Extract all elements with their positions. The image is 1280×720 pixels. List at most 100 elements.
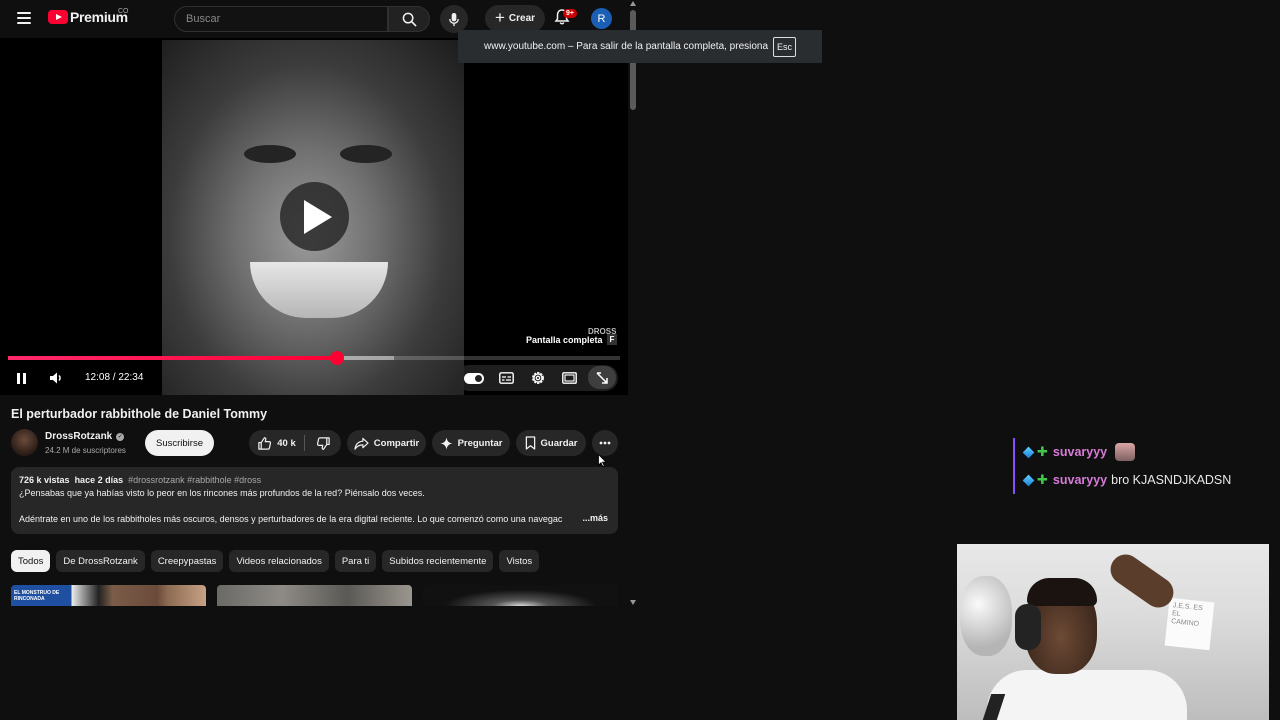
- green-badge-icon: ✚: [1037, 444, 1048, 459]
- ask-button[interactable]: Preguntar: [432, 430, 510, 456]
- description-meta-row: 726 k vistas hace 2 días #drossrotzank #…: [19, 474, 610, 487]
- channel-name[interactable]: DrossRotzank: [45, 431, 112, 442]
- time-display: 12:08 / 22:34: [85, 372, 144, 383]
- webcam-arm: [1104, 548, 1180, 614]
- search-placeholder: Buscar: [186, 13, 221, 25]
- account-avatar[interactable]: R: [591, 8, 612, 29]
- chip-para-ti[interactable]: Para ti: [334, 550, 377, 572]
- filter-chips: Todos De DrossRotzank Creepypastas Video…: [11, 550, 540, 572]
- webcam-shirt: [987, 670, 1187, 720]
- webcam-hair: [1027, 578, 1097, 606]
- thumbs-up-icon: [258, 436, 272, 450]
- like-count: 40 k: [277, 437, 296, 449]
- mouse-cursor-icon: [598, 454, 607, 467]
- video-player[interactable]: DROSS Pantalla completa F 12:08 / 22:34: [0, 38, 628, 395]
- settings-button[interactable]: [529, 369, 547, 387]
- description-line-1: ¿Pensabas que ya habías visto lo peor en…: [19, 488, 425, 498]
- chip-todos[interactable]: Todos: [11, 550, 51, 572]
- more-actions-button[interactable]: [592, 430, 618, 456]
- fullscreen-notice-key: Esc: [773, 36, 797, 57]
- menu-icon[interactable]: [17, 12, 31, 24]
- exit-fullscreen-icon: [596, 371, 608, 384]
- upload-date: hace 2 días: [74, 475, 124, 485]
- video-face-eye-left: [244, 145, 296, 163]
- show-more-link[interactable]: ...más: [579, 512, 608, 525]
- scroll-up-arrow-icon[interactable]: [630, 1, 636, 6]
- subtitles-button[interactable]: [498, 370, 514, 386]
- notifications-badge: 9+: [563, 9, 577, 18]
- fullscreen-tooltip-key: F: [606, 334, 618, 345]
- webcam-headphones: [1015, 604, 1041, 650]
- channel-avatar[interactable]: [11, 429, 38, 456]
- create-label: Crear: [508, 13, 536, 24]
- theater-mode-button[interactable]: [561, 370, 577, 386]
- search-input[interactable]: Buscar: [174, 6, 388, 32]
- chat-message: ✚ suvaryyy: [1013, 438, 1136, 466]
- microphone-icon: [449, 12, 459, 26]
- subtitles-icon: [498, 372, 514, 384]
- youtube-premium-logo[interactable]: Premium CO: [48, 8, 129, 25]
- large-play-button[interactable]: [280, 182, 349, 251]
- cube-badge-icon: [1022, 446, 1035, 458]
- exit-fullscreen-button[interactable]: [588, 366, 616, 389]
- hashtags[interactable]: #drossrotzank #rabbithole #dross: [128, 475, 261, 485]
- pause-button[interactable]: [12, 369, 30, 387]
- webcam-balloon: [960, 576, 1012, 656]
- progress-scrubber[interactable]: [329, 351, 344, 365]
- chip-creepypastas[interactable]: Creepypastas: [150, 550, 224, 572]
- subscribe-button[interactable]: Suscribirse: [145, 430, 214, 456]
- dislike-button[interactable]: [305, 430, 341, 456]
- save-label: Guardar: [540, 437, 578, 449]
- like-button[interactable]: 40 k: [249, 430, 304, 456]
- progress-played: [8, 356, 337, 360]
- cube-badge-icon: [1022, 474, 1035, 486]
- pause-icon-bar-right: [22, 372, 26, 384]
- view-count: 726 k vistas: [19, 475, 70, 485]
- save-button[interactable]: Guardar: [516, 430, 586, 456]
- logo-country-code: CO: [118, 8, 129, 15]
- fullscreen-notice-text: www.youtube.com – Para salir de la panta…: [484, 41, 769, 52]
- video-thumbnail[interactable]: [423, 585, 618, 606]
- fullscreen-tooltip-label: Pantalla completa: [526, 334, 603, 345]
- video-thumbnail[interactable]: EL MONSTRUO DE RINCONADA: [11, 585, 206, 606]
- chip-vistos[interactable]: Vistos: [499, 550, 540, 572]
- channel-name-row[interactable]: DrossRotzank ✓: [45, 431, 125, 442]
- description-box[interactable]: 726 k vistas hace 2 días #drossrotzank #…: [11, 467, 618, 534]
- chat-text: bro KJASNDJKADSN: [1111, 473, 1232, 487]
- chat-username: suvaryyy: [1052, 445, 1108, 459]
- cat-emote-icon: [1115, 443, 1136, 461]
- chip-de-drossrotzank[interactable]: De DrossRotzank: [56, 550, 145, 572]
- volume-icon: [50, 372, 61, 384]
- autoplay-toggle-icon: [464, 372, 484, 384]
- ask-label: Preguntar: [457, 437, 503, 449]
- autoplay-toggle[interactable]: [463, 370, 485, 386]
- green-badge-icon: ✚: [1037, 472, 1048, 487]
- chip-videos-relacionados[interactable]: Videos relacionados: [229, 550, 329, 572]
- gear-icon: [532, 372, 544, 384]
- progress-bar[interactable]: [8, 351, 620, 365]
- chat-username: suvaryyy: [1052, 473, 1108, 487]
- video-thumbnail[interactable]: [217, 585, 412, 606]
- chip-subidos-recientemente[interactable]: Subidos recientemente: [382, 550, 494, 572]
- more-dots-icon: [599, 441, 611, 445]
- webcam-sign: J.E.S. ES EL CAMINO: [1164, 597, 1215, 651]
- scroll-down-arrow-icon[interactable]: [630, 600, 636, 605]
- search-icon: [402, 12, 417, 27]
- fullscreen-tooltip: Pantalla completa F: [526, 334, 618, 345]
- fullscreen-notice: www.youtube.com – Para salir de la panta…: [458, 30, 822, 63]
- streamer-webcam: J.E.S. ES EL CAMINO: [957, 544, 1269, 720]
- share-icon: [354, 437, 369, 450]
- chat-message: ✚ suvaryyy bro KJASNDJKADSN: [1013, 466, 1231, 494]
- search-button[interactable]: [388, 6, 430, 32]
- like-dislike-group: 40 k: [249, 430, 341, 456]
- description-line-2: Adéntrate en uno de los rabbitholes más …: [19, 514, 563, 524]
- video-face-smile: [250, 262, 388, 318]
- pause-icon-bar-left: [16, 372, 20, 384]
- share-button[interactable]: Compartir: [347, 430, 426, 456]
- voice-search-button[interactable]: [440, 5, 468, 33]
- create-button[interactable]: + Crear: [485, 5, 545, 32]
- video-title: El perturbador rabbithole de Daniel Tomm…: [11, 407, 268, 421]
- volume-button[interactable]: [47, 369, 65, 387]
- bookmark-icon: [525, 436, 535, 450]
- thumbnail-text: EL MONSTRUO DE RINCONADA: [14, 590, 60, 602]
